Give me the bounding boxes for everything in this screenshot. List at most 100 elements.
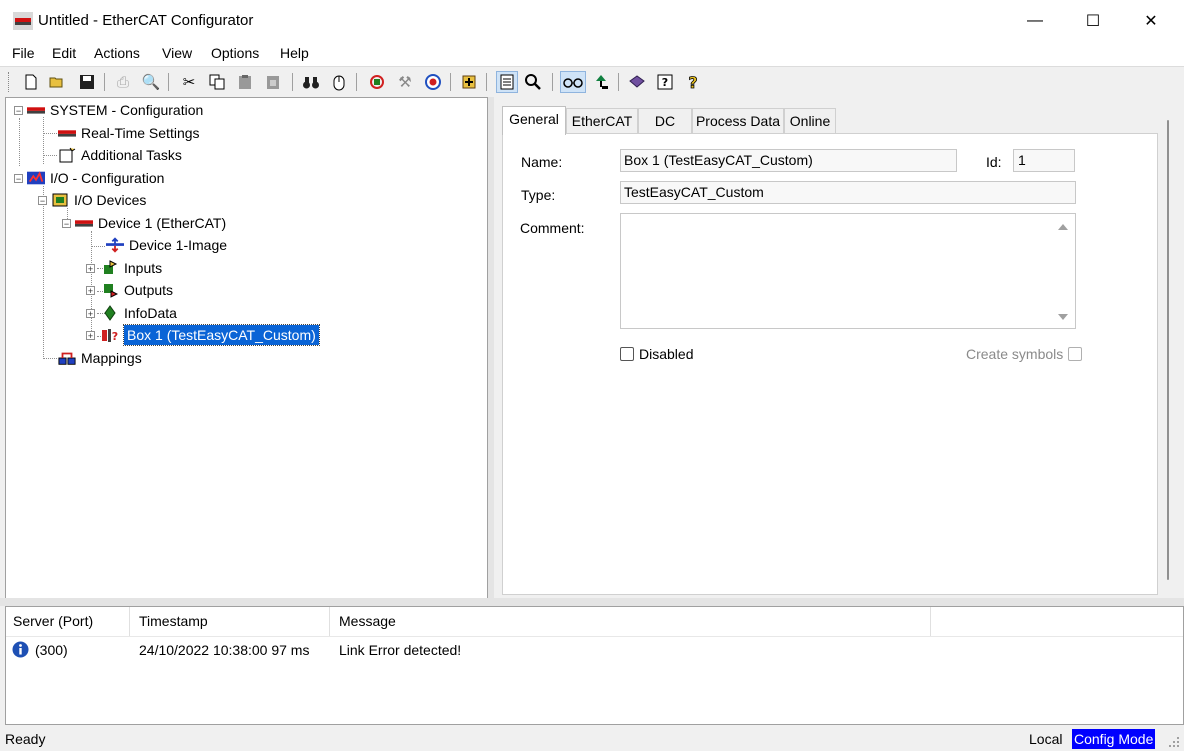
help-contents-button[interactable]: ? — [654, 71, 676, 93]
tree-item-label: SYSTEM - Configuration — [50, 102, 204, 118]
tree-item-label: Additional Tasks — [81, 147, 182, 163]
disabled-checkbox[interactable] — [620, 347, 634, 361]
column-header-server[interactable]: Server (Port) — [6, 607, 130, 636]
copy-button[interactable] — [206, 71, 228, 93]
paste-special-button[interactable] — [262, 71, 284, 93]
resize-grip-icon[interactable] — [1168, 736, 1180, 748]
expand-icon[interactable]: + — [86, 285, 95, 295]
expand-icon[interactable]: + — [86, 263, 95, 273]
column-header-message[interactable]: Message — [332, 607, 931, 636]
save-button[interactable] — [76, 71, 98, 93]
new-button[interactable] — [20, 71, 42, 93]
menu-view[interactable]: View — [162, 45, 192, 61]
tree-item-io-devices[interactable]: − I/O Devices — [38, 190, 146, 210]
add-box-icon — [462, 75, 476, 89]
expand-icon[interactable]: + — [86, 308, 95, 318]
tree-item-box-1[interactable]: + ? Box 1 (TestEasyCAT_Custom) — [86, 324, 320, 346]
cut-button[interactable]: ✂ — [178, 71, 200, 93]
scroll-up-icon[interactable] — [1057, 222, 1069, 232]
create-symbols-label: Create symbols — [966, 346, 1064, 362]
message-log[interactable]: Server (Port) Timestamp Message (300) 24… — [5, 606, 1184, 725]
print-button[interactable]: ⎙ — [112, 71, 134, 93]
info-icon — [12, 641, 29, 658]
find-button[interactable] — [300, 71, 322, 93]
scan-button[interactable]: ⚒ — [394, 71, 416, 93]
mouse-button[interactable] — [328, 71, 350, 93]
maximize-button[interactable]: ☐ — [1064, 0, 1122, 42]
tab-process-data[interactable]: Process Data — [692, 108, 784, 133]
collapse-icon[interactable]: − — [62, 218, 71, 228]
menu-edit[interactable]: Edit — [52, 45, 76, 61]
id-field[interactable]: 1 — [1013, 149, 1075, 172]
type-field[interactable]: TestEasyCAT_Custom — [620, 181, 1076, 204]
add-box-button[interactable] — [458, 71, 480, 93]
scroll-down-icon[interactable] — [1057, 312, 1069, 322]
tree-item-system[interactable]: − SYSTEM - Configuration — [14, 100, 203, 120]
tree-item-io-configuration[interactable]: − I/O - Configuration — [14, 168, 164, 188]
close-button[interactable]: ✕ — [1122, 0, 1180, 42]
tree-item-infodata[interactable]: + InfoData — [86, 303, 177, 323]
folder-open-icon — [49, 77, 63, 88]
activate-button[interactable] — [422, 71, 444, 93]
svg-text:?: ? — [688, 73, 697, 91]
paste-button[interactable] — [234, 71, 256, 93]
tree-item-label: I/O Devices — [74, 192, 147, 208]
menu-help[interactable]: Help — [280, 45, 309, 61]
mouse-icon — [333, 75, 345, 91]
close-icon: ✕ — [1144, 13, 1158, 30]
tree-item-realtime-settings[interactable]: Real-Time Settings — [58, 123, 200, 143]
tree-item-inputs[interactable]: + Inputs — [86, 258, 162, 278]
online-view-button[interactable] — [560, 71, 586, 93]
tree-item-label: Device 1-Image — [129, 237, 228, 253]
mappings-icon — [58, 350, 76, 366]
expand-icon[interactable]: + — [86, 330, 95, 340]
reload-devices-button[interactable] — [366, 71, 388, 93]
scrollbar-thumb[interactable] — [1167, 120, 1169, 580]
log-server: (300) — [35, 642, 68, 658]
menu-file[interactable]: File — [12, 45, 35, 61]
collapse-icon[interactable]: − — [14, 173, 23, 183]
toolbar: ⎙ 🔍 ✂ ⚒ ? ? — [0, 66, 1184, 98]
tree-item-mappings[interactable]: Mappings — [58, 348, 142, 368]
list-view-button[interactable] — [496, 71, 518, 93]
tab-online[interactable]: Online — [784, 108, 836, 133]
zoom-button[interactable] — [522, 71, 544, 93]
disabled-checkbox-row[interactable]: Disabled — [620, 346, 693, 362]
tree-item-label: I/O - Configuration — [50, 170, 165, 186]
realtime-icon — [58, 125, 76, 141]
comment-textarea[interactable] — [620, 213, 1076, 329]
collapse-icon[interactable]: − — [38, 195, 47, 205]
log-timestamp: 24/10/2022 10:38:00 97 ms — [139, 642, 310, 658]
menu-actions[interactable]: Actions — [94, 45, 140, 61]
help-book-button[interactable] — [626, 71, 648, 93]
image-icon — [106, 237, 124, 253]
detail-scrollbar[interactable] — [1158, 108, 1184, 598]
config-tree[interactable]: − SYSTEM - Configuration Real-Time Setti… — [5, 97, 488, 599]
table-row[interactable]: (300) 24/10/2022 10:38:00 97 ms Link Err… — [6, 637, 606, 663]
tree-item-device-1-image[interactable]: Device 1-Image — [106, 235, 227, 255]
open-button[interactable] — [46, 71, 68, 93]
disabled-label: Disabled — [639, 346, 694, 362]
menu-options[interactable]: Options — [211, 45, 259, 61]
minimize-icon: — — [1027, 12, 1043, 29]
tab-dc[interactable]: DC — [638, 108, 692, 133]
tree-item-label: Box 1 (TestEasyCAT_Custom) — [123, 324, 320, 346]
create-symbols-checkbox[interactable] — [1068, 347, 1083, 361]
whats-this-button[interactable]: ? — [682, 71, 704, 93]
print-preview-button[interactable]: 🔍 — [140, 71, 162, 93]
tree-item-device-1[interactable]: − Device 1 (EtherCAT) — [62, 213, 226, 233]
tab-general[interactable]: General — [502, 106, 566, 135]
collapse-icon[interactable]: − — [14, 105, 23, 115]
create-symbols-row[interactable]: Create symbols — [966, 346, 1083, 362]
column-header-timestamp[interactable]: Timestamp — [132, 607, 330, 636]
tab-ethercat[interactable]: EtherCAT — [566, 108, 638, 133]
link-button[interactable] — [590, 71, 612, 93]
minimize-button[interactable]: — — [1006, 0, 1064, 42]
tree-item-outputs[interactable]: + Outputs — [86, 280, 173, 300]
horizontal-splitter[interactable] — [0, 598, 1184, 606]
tree-item-additional-tasks[interactable]: Additional Tasks — [58, 145, 182, 165]
name-field[interactable]: Box 1 (TestEasyCAT_Custom) — [620, 149, 957, 172]
comment-label: Comment: — [520, 220, 585, 236]
scissors-icon: ✂ — [182, 74, 196, 91]
magic-wand-icon: ⚒ — [398, 74, 412, 91]
